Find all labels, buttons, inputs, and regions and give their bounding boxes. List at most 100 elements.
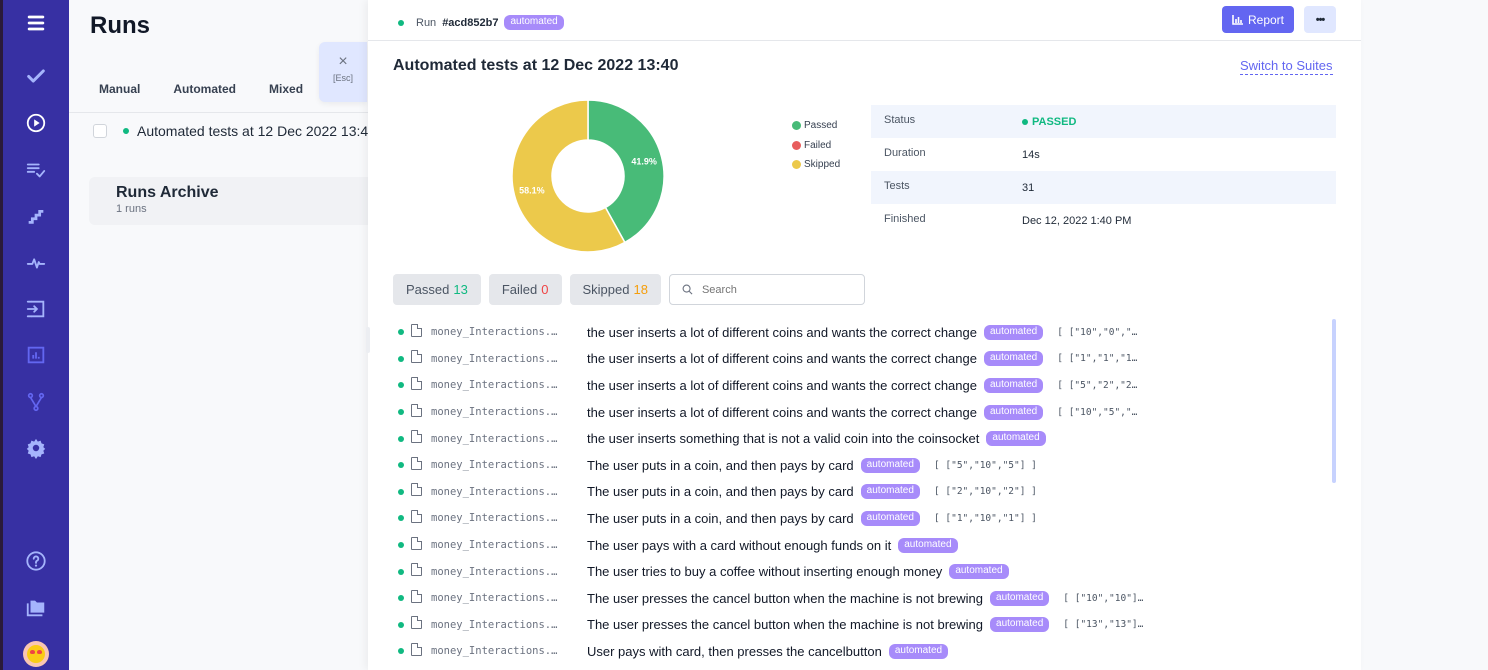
import-icon[interactable] [22,295,50,323]
tab-manual[interactable]: Manual [99,82,140,96]
test-row[interactable]: money_Interactions.… the user inserts a … [398,319,1338,346]
test-title: the user inserts a lot of different coin… [587,324,977,340]
search-box[interactable] [668,274,865,305]
status-dot [1022,118,1028,125]
legend-swatch-failed [792,140,801,150]
test-row[interactable]: money_Interactions.… The user puts in a … [398,452,1338,479]
archive-title: Runs Archive [116,184,219,201]
chart-legend: Passed Failed Skipped [792,116,840,175]
test-tag: automated [860,484,920,500]
test-tag: automated [888,643,949,659]
search-input[interactable] [701,283,852,296]
test-tag: automated [983,351,1044,367]
file-icon [411,403,422,417]
close-panel-button[interactable]: × [Esc] [319,42,367,102]
status-dot [398,515,404,522]
user-avatar[interactable] [23,641,49,667]
tests-icon[interactable] [22,62,50,90]
test-title: the user inserts a lot of different coin… [587,404,977,420]
test-params: [ ["1","1","1… [1057,353,1138,365]
status-dot [398,488,404,495]
info-value: 14s [1022,148,1040,161]
test-row[interactable]: money_Interactions.… The user puts in a … [398,505,1338,532]
status-dot [398,19,404,26]
legend-swatch-passed [792,121,801,131]
info-value: Dec 12, 2022 1:40 PM [1022,214,1132,227]
filter-skipped-button[interactable]: Skipped 18 [569,274,661,305]
more-options-button[interactable]: ••• [1304,6,1336,33]
test-row[interactable]: money_Interactions.… The user pays with … [398,532,1338,559]
archive-count: 1 runs [116,203,147,215]
test-file: money_Interactions.… [431,512,558,525]
run-title: Automated tests at 12 Dec 2022 13:40 [393,57,679,74]
test-title: The user tries to buy a coffee without i… [587,564,943,580]
plans-icon[interactable] [22,156,50,184]
analytics-icon[interactable] [22,341,50,369]
tab-automated[interactable]: Automated [173,82,236,96]
file-icon [411,616,422,630]
switch-to-suites-link[interactable]: Switch to Suites [1240,58,1333,75]
test-row[interactable]: money_Interactions.… User pays with card… [398,638,1338,665]
panel-resize-handle[interactable] [366,327,370,353]
runs-icon[interactable] [22,109,50,137]
pulse-icon[interactable] [22,249,50,277]
info-row-duration: Duration 14s [871,138,1336,171]
file-icon [411,430,422,444]
test-row[interactable]: money_Interactions.… the user inserts a … [398,372,1338,399]
info-row-tests: Tests 31 [871,171,1336,204]
status-filters: Passed 13 Failed 0 Skipped 18 [393,274,865,305]
test-row[interactable]: money_Interactions.… The user presses th… [398,585,1338,612]
test-file: money_Interactions.… [431,592,558,605]
settings-icon[interactable] [22,434,50,462]
test-row[interactable]: money_Interactions.… The user puts in a … [398,479,1338,506]
status-dot [398,435,404,442]
test-file: money_Interactions.… [431,352,558,365]
filter-failed-button[interactable]: Failed 0 [488,274,562,305]
test-title: The user presses the cancel button when … [587,617,984,633]
branches-icon[interactable] [22,388,50,416]
test-file: money_Interactions.… [431,565,558,578]
help-icon[interactable] [22,547,50,575]
run-checkbox[interactable] [93,124,107,138]
sidebar [3,0,69,670]
test-params: [ ["13","13"]… [1063,619,1144,631]
donut-label-skipped: 58.1% [519,186,545,196]
test-file: money_Interactions.… [431,459,558,472]
test-row[interactable]: money_Interactions.… The user tries to b… [398,558,1338,585]
file-icon [411,589,422,603]
test-tag: automated [860,510,920,526]
search-icon [682,284,693,295]
status-dot [398,648,404,655]
status-dot [398,542,404,549]
run-label: Run [416,16,437,29]
file-icon [411,642,422,656]
legend-item-passed[interactable]: Passed [792,116,840,136]
filter-passed-button[interactable]: Passed 13 [393,274,481,305]
run-item-title: Automated tests at 12 Dec 2022 13:40 [137,123,376,139]
runs-archive[interactable]: Runs Archive 1 runs [89,177,369,225]
test-row[interactable]: money_Interactions.… The user presses th… [398,612,1338,639]
info-row-finished: Finished Dec 12, 2022 1:40 PM [871,204,1336,237]
steps-icon[interactable] [22,202,50,230]
info-key: Status [884,113,916,126]
test-title: the user inserts a lot of different coin… [587,377,977,393]
report-button[interactable]: Report [1222,6,1294,33]
test-params: [ ["1","10","1"] ] [933,512,1037,524]
bar-chart-icon [1232,14,1243,25]
tab-mixed[interactable]: Mixed [269,82,303,96]
test-tag: automated [983,324,1044,340]
menu-icon[interactable] [22,9,50,37]
legend-item-skipped[interactable]: Skipped [792,155,840,175]
list-scrollbar[interactable] [1332,319,1336,483]
test-row[interactable]: money_Interactions.… the user inserts a … [398,346,1338,373]
filter-label: Failed [501,282,538,297]
status-dot [398,621,404,628]
test-row[interactable]: money_Interactions.… the user inserts a … [398,399,1338,426]
run-list-item[interactable]: Automated tests at 12 Dec 2022 13:40 [93,123,402,139]
legend-label-failed: Failed [804,139,832,151]
projects-icon[interactable] [22,594,50,622]
file-icon [411,509,422,523]
test-params: [ ["10","0","… [1057,326,1138,338]
test-row[interactable]: money_Interactions.… the user inserts so… [398,425,1338,452]
legend-item-failed[interactable]: Failed [792,136,840,156]
